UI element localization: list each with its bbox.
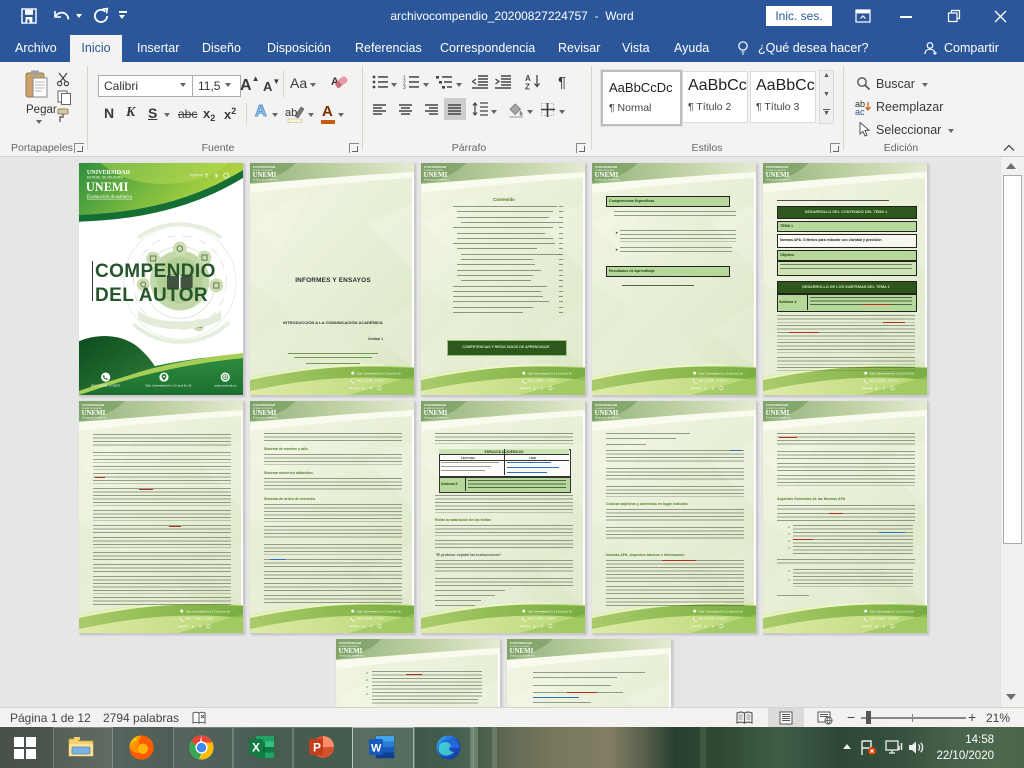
svg-text:Cdla. Universitaria Km 1.5 vía: Cdla. Universitaria Km 1.5 vía a Km 26 bbox=[870, 371, 915, 375]
svg-text:síguenos: síguenos bbox=[520, 624, 531, 628]
svg-text:síguenos: síguenos bbox=[178, 624, 189, 628]
svg-text:ac: ac bbox=[855, 107, 865, 115]
svg-text:Z: Z bbox=[525, 83, 530, 91]
svg-text:(04) 2 715081 - 2715079: (04) 2 715081 - 2715079 bbox=[870, 379, 899, 383]
svg-text:Evaluación Académica: Evaluación Académica bbox=[424, 179, 449, 182]
svg-text:Evaluación Académica: Evaluación Académica bbox=[253, 417, 278, 420]
svg-text:Cdla. Universitaria Km 1.5 vía: Cdla. Universitaria Km 1.5 vía a Km 26 bbox=[870, 609, 915, 613]
svg-text:UNIVERSIDAD: UNIVERSIDAD bbox=[424, 165, 447, 169]
svg-text:𝒴: 𝒴 bbox=[541, 625, 544, 629]
svg-text:síguenos: síguenos bbox=[349, 624, 360, 628]
svg-text:𝒴: 𝒴 bbox=[883, 387, 886, 391]
svg-text:(04) 2 715081 - 2715079: (04) 2 715081 - 2715079 bbox=[699, 379, 728, 383]
svg-text:Evaluación Académica: Evaluación Académica bbox=[595, 417, 620, 420]
svg-text:(04) 2 715081 - 2715079: (04) 2 715081 - 2715079 bbox=[870, 617, 899, 621]
svg-text:𝒴: 𝒴 bbox=[712, 625, 715, 629]
svg-text:UNIVERSIDAD: UNIVERSIDAD bbox=[253, 165, 276, 169]
svg-text:UNIVERSIDAD: UNIVERSIDAD bbox=[595, 403, 618, 407]
svg-text:Evaluación Académica: Evaluación Académica bbox=[82, 417, 107, 420]
svg-text:síguenos: síguenos bbox=[691, 624, 702, 628]
svg-text:Cdla. Universitaria Km 1.5 vía: Cdla. Universitaria Km 1.5 vía a Km 26 bbox=[528, 371, 573, 375]
svg-text:3: 3 bbox=[403, 85, 406, 89]
svg-text:Cdla. Universitaria Km 1.5 vía: Cdla. Universitaria Km 1.5 vía a Km 26 bbox=[357, 371, 402, 375]
svg-text:UNIVERSIDAD: UNIVERSIDAD bbox=[766, 165, 789, 169]
svg-text:UNIVERSIDAD: UNIVERSIDAD bbox=[766, 403, 789, 407]
svg-text:Evaluación Académica: Evaluación Académica bbox=[86, 195, 133, 200]
svg-text:Cdla. Universitaria Km 1.5 vía: Cdla. Universitaria Km 1.5 vía a Km 26 bbox=[699, 609, 744, 613]
svg-text:Cdla. Universitaria Km 1.5 vía: Cdla. Universitaria Km 1.5 vía al Km 26 bbox=[145, 384, 192, 388]
svg-text:𝒴: 𝒴 bbox=[883, 625, 886, 629]
svg-text:Evaluación Académica: Evaluación Académica bbox=[339, 655, 364, 658]
svg-text:UNIVERSIDAD: UNIVERSIDAD bbox=[339, 641, 362, 645]
svg-text:UNIVERSIDAD: UNIVERSIDAD bbox=[424, 403, 447, 407]
svg-text:Cdla. Universitaria Km 1.5 vía: Cdla. Universitaria Km 1.5 vía a Km 26 bbox=[699, 371, 744, 375]
svg-text:ab: ab bbox=[285, 107, 297, 119]
svg-text:Evaluación Académica: Evaluación Académica bbox=[510, 655, 535, 658]
svg-text:UNIVERSIDAD: UNIVERSIDAD bbox=[253, 403, 276, 407]
svg-text:Cdla. Universitaria Km 1.5 vía: Cdla. Universitaria Km 1.5 vía a Km 26 bbox=[528, 609, 573, 613]
svg-text:P: P bbox=[313, 741, 321, 755]
svg-text:(04) 2 715081 - 2715079: (04) 2 715081 - 2715079 bbox=[91, 384, 121, 388]
svg-text:W: W bbox=[371, 743, 382, 755]
svg-text:síguenos: síguenos bbox=[862, 624, 873, 628]
svg-text:UNIVERSIDAD: UNIVERSIDAD bbox=[510, 641, 533, 645]
svg-text:síguenos: síguenos bbox=[520, 386, 531, 390]
svg-text:UNEMI: UNEMI bbox=[86, 180, 129, 194]
svg-text:(04) 2 715081 - 2715079: (04) 2 715081 - 2715079 bbox=[357, 617, 386, 621]
svg-text:síguenos: síguenos bbox=[862, 386, 873, 390]
svg-text:Evaluación Académica: Evaluación Académica bbox=[766, 179, 791, 182]
svg-text:(04) 2 715081 - 2715079: (04) 2 715081 - 2715079 bbox=[528, 379, 557, 383]
svg-text:síguenos: síguenos bbox=[190, 173, 203, 177]
svg-text:Evaluación Académica: Evaluación Académica bbox=[253, 179, 278, 182]
svg-text:Evaluación Académica: Evaluación Académica bbox=[766, 417, 791, 420]
svg-text:𝒴: 𝒴 bbox=[199, 625, 202, 629]
svg-text:Cdla. Universitaria Km 1.5 vía: Cdla. Universitaria Km 1.5 vía a Km 26 bbox=[357, 609, 402, 613]
svg-text:(04) 2 715081 - 2715079: (04) 2 715081 - 2715079 bbox=[699, 617, 728, 621]
svg-text:𝒴: 𝒴 bbox=[370, 387, 373, 391]
svg-text:Evaluación Académica: Evaluación Académica bbox=[424, 417, 449, 420]
svg-text:síguenos: síguenos bbox=[691, 386, 702, 390]
svg-text:síguenos: síguenos bbox=[349, 386, 360, 390]
svg-text:f: f bbox=[205, 173, 207, 179]
svg-text:UNIVERSIDAD: UNIVERSIDAD bbox=[82, 403, 105, 407]
svg-text:Evaluación Académica: Evaluación Académica bbox=[595, 179, 620, 182]
svg-text:𝒴: 𝒴 bbox=[712, 387, 715, 391]
svg-text:X: X bbox=[252, 741, 260, 755]
svg-text:www.unemi.edu.ec: www.unemi.edu.ec bbox=[214, 384, 237, 388]
svg-text:𝒴: 𝒴 bbox=[370, 625, 373, 629]
svg-text:Cdla. Universitaria Km 1.5 vía: Cdla. Universitaria Km 1.5 vía a Km 26 bbox=[186, 609, 231, 613]
svg-text:(04) 2 715081 - 2715079: (04) 2 715081 - 2715079 bbox=[528, 617, 557, 621]
svg-text:𝒴: 𝒴 bbox=[541, 387, 544, 391]
svg-text:(04) 2 715081 - 2715079: (04) 2 715081 - 2715079 bbox=[186, 617, 215, 621]
svg-text:UNIVERSIDAD: UNIVERSIDAD bbox=[595, 165, 618, 169]
svg-text:(04) 2 715081 - 2715079: (04) 2 715081 - 2715079 bbox=[357, 379, 386, 383]
svg-text:ESTATAL DE MILAGRO: ESTATAL DE MILAGRO bbox=[87, 175, 123, 179]
